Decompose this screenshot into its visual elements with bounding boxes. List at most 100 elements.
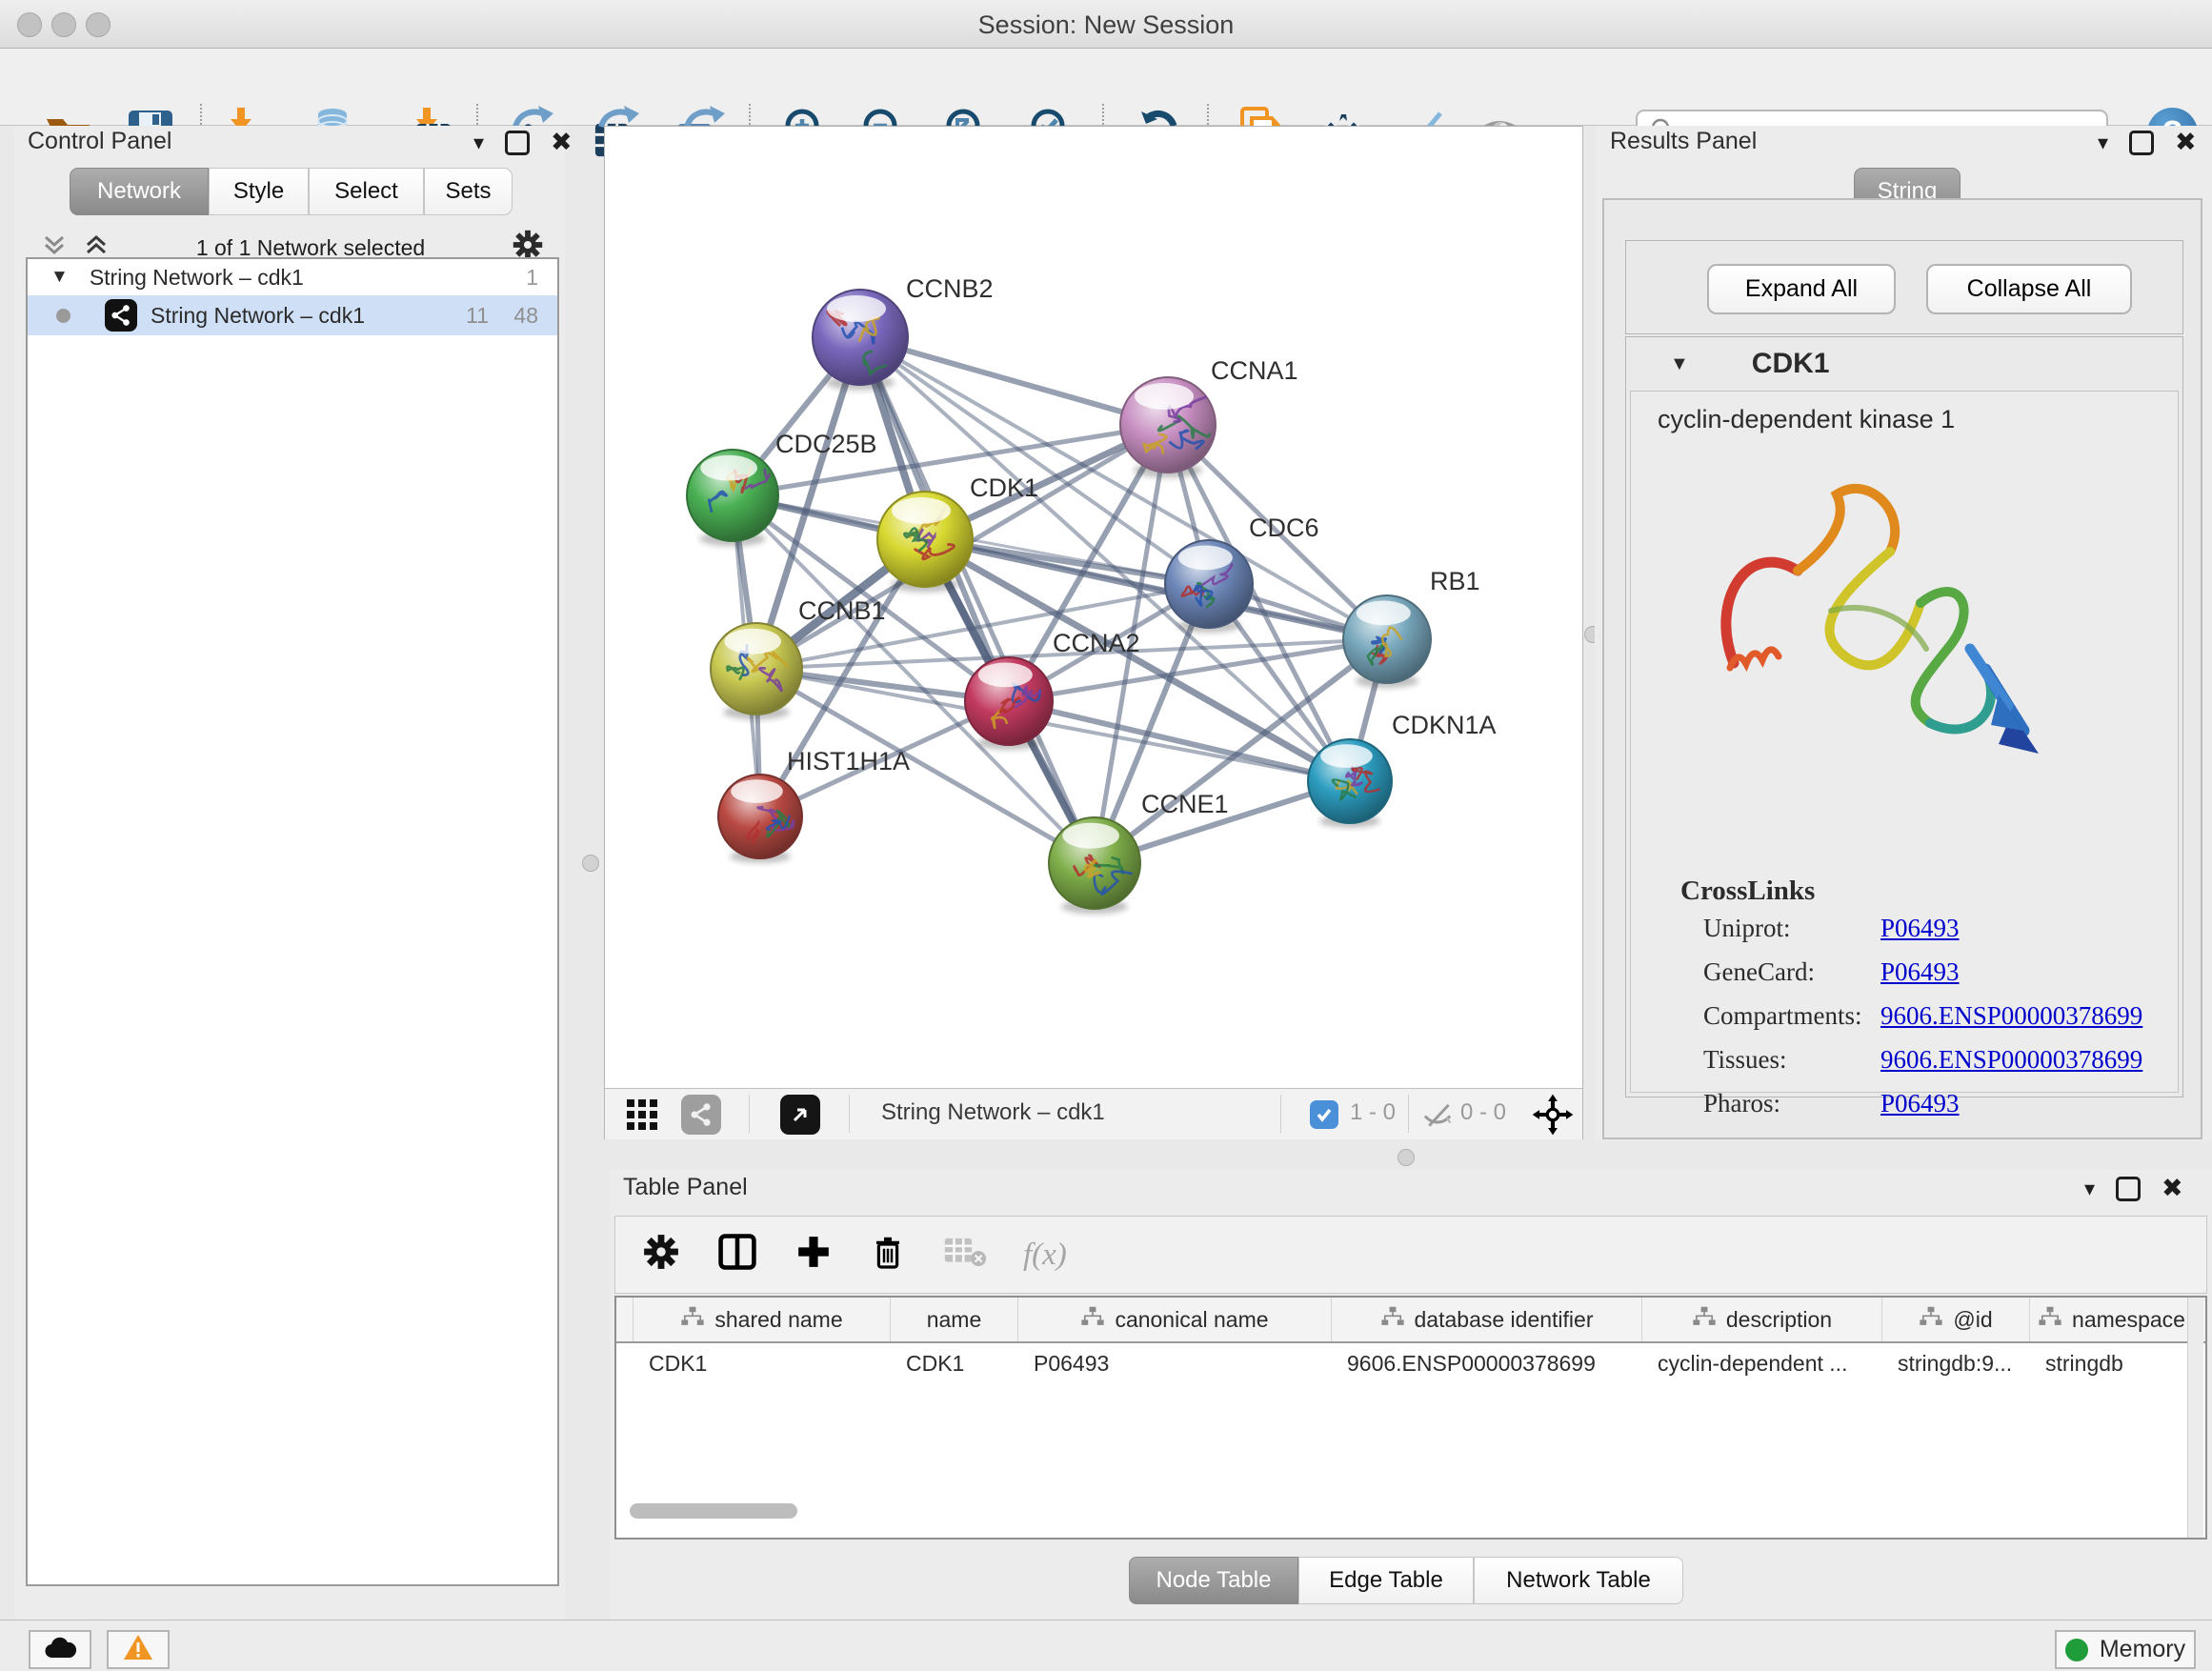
network-edge-CCNB2-RB1[interactable] [860,337,1387,639]
crosslink-link[interactable]: 9606.ENSP00000378699 [1880,1001,2142,1031]
network-collection-row[interactable]: ▼ String Network – cdk1 1 [28,259,557,295]
column-header-database-identifier[interactable]: database identifier [1332,1298,1642,1341]
network-row-selected[interactable]: String Network – cdk1 11 48 [28,295,557,335]
node-label: CDKN1A [1392,711,1497,739]
float-panel-icon[interactable] [505,131,530,155]
crosslink-label: Tissues: [1703,1045,1787,1075]
warning-icon [123,1634,153,1666]
network-node-CCNB2[interactable]: CCNB2 [813,274,994,391]
delete-column-icon[interactable] [869,1232,907,1278]
node-label: CCNB2 [906,274,994,303]
table-options-gear-icon[interactable] [642,1233,680,1277]
cell-database-identifier[interactable]: 9606.ENSP00000378699 [1332,1343,1642,1383]
network-status-dot [56,309,70,323]
network-edge-CCNB2-CCNE1[interactable] [860,337,1095,863]
crosslink-link[interactable]: P06493 [1880,957,1960,987]
expand-all-button[interactable]: Expand All [1707,264,1896,314]
network-view-panel: CCNB2CCNA1CDC25BCDK1CDC6RB1CCNB1CCNA2CDK… [604,126,1583,1139]
horizontal-splitter-handle[interactable] [1398,1149,1415,1166]
tab-style[interactable]: Style [209,168,309,215]
cell--id[interactable]: stringdb:9... [1882,1343,2030,1383]
pan-crosshair-icon[interactable] [1531,1093,1575,1137]
column-header-canonical-name[interactable]: canonical name [1018,1298,1332,1341]
tab-sets[interactable]: Sets [424,168,513,215]
network-node-CDC6[interactable]: CDC6 [1165,513,1319,633]
network-node-CDKN1A[interactable]: CDKN1A [1308,711,1497,828]
tree-expander-icon[interactable]: ▼ [50,267,69,288]
crosslinks-title: CrossLinks [1680,876,1815,907]
crosslink-link[interactable]: 9606.ENSP00000378699 [1880,1045,2142,1075]
cloud-icon [43,1635,77,1665]
tab-network[interactable]: Network [70,168,209,215]
column-type-hierarchy-icon [680,1306,705,1333]
cell-namespace[interactable]: stringdb [2030,1343,2194,1383]
network-view-toolbar: String Network – cdk1 1 - 0 0 - 0 [605,1088,1582,1139]
network-node-CDK1[interactable]: CDK1 [877,473,1038,593]
collapse-panel-icon[interactable]: ▾ [473,131,484,155]
selected-checkbox-icon[interactable] [1310,1100,1338,1129]
node-label: HIST1H1A [787,747,910,775]
column-header-description[interactable]: description [1642,1298,1882,1341]
node-label: CDC6 [1249,513,1319,542]
column-header-namespace[interactable]: namespace [2030,1298,2194,1341]
table-row[interactable]: CDK1CDK1P064939606.ENSP00000378699cyclin… [616,1343,2205,1383]
network-canvas[interactable]: CCNB2CCNA1CDC25BCDK1CDC6RB1CCNB1CCNA2CDK… [605,127,1582,1088]
birdseye-view-icon[interactable] [780,1095,820,1135]
share-view-icon[interactable] [681,1095,721,1135]
cell-shared-name[interactable]: CDK1 [633,1343,891,1383]
tab-network-table[interactable]: Network Table [1474,1557,1683,1604]
app-window: Session: New Session ? Control Panel ▾ ✖… [0,0,2212,1671]
network-node-CCNA1[interactable]: CCNA1 [1120,356,1298,478]
left-splitter-handle[interactable] [582,855,599,872]
column-header-name[interactable]: name [891,1298,1018,1341]
tab-select[interactable]: Select [309,168,424,215]
network-name: String Network – cdk1 [151,303,365,329]
network-list: ▼ String Network – cdk1 1 String Network… [26,257,559,1586]
tab-edge-table[interactable]: Edge Table [1298,1557,1474,1604]
row-gutter [616,1343,633,1383]
float-panel-icon[interactable] [2129,131,2154,155]
column-type-hierarchy-icon [1380,1306,1405,1333]
collapse-panel-icon[interactable]: ▾ [2084,1177,2095,1201]
warning-status-button[interactable] [107,1630,170,1669]
cell-description[interactable]: cyclin-dependent ... [1642,1343,1882,1383]
network-node-CCNA2[interactable]: CCNA2 [965,629,1140,750]
table-panel-title: Table Panel [623,1174,748,1201]
column-header--id[interactable]: @id [1882,1298,2030,1341]
node-gloss [731,779,783,803]
crosslink-link[interactable]: P06493 [1880,914,1960,943]
memory-button[interactable]: Memory [2055,1630,2196,1669]
crosslink-link[interactable]: P06493 [1880,1089,1960,1118]
cell-canonical-name[interactable]: P06493 [1018,1343,1332,1383]
collapse-all-button[interactable]: Collapse All [1926,264,2132,314]
selected-node-edge-counts: 1 - 0 [1350,1099,1396,1126]
current-network-title: String Network – cdk1 [881,1099,1105,1126]
collapse-panel-icon[interactable]: ▾ [2098,131,2108,155]
node-gloss [892,497,951,524]
hidden-eye-icon [1420,1099,1455,1130]
cell-name[interactable]: CDK1 [891,1343,1018,1383]
network-node-RB1[interactable]: RB1 [1343,567,1480,688]
edge-count: 48 [513,303,538,329]
tab-node-table[interactable]: Node Table [1129,1557,1298,1604]
collapse-entry-icon[interactable]: ▼ [1670,353,1689,375]
add-column-icon[interactable] [794,1233,833,1277]
result-node-description: cyclin-dependent kinase 1 [1658,405,1955,434]
table-horizontal-scrollbar[interactable] [630,1503,797,1519]
window-title: Session: New Session [0,10,2212,40]
table-vertical-scrollbar[interactable] [2187,1298,2203,1538]
grid-view-icon[interactable] [626,1098,658,1131]
crosslink-label: Compartments: [1703,1001,1861,1031]
close-panel-icon[interactable]: ✖ [551,128,573,157]
network-node-CCNE1[interactable]: CCNE1 [1049,790,1229,914]
column-header-shared-name[interactable]: shared name [633,1298,891,1341]
float-panel-icon[interactable] [2116,1177,2141,1201]
close-panel-icon[interactable]: ✖ [2175,128,2197,157]
network-node-CCNB1[interactable]: CCNB1 [711,596,886,719]
show-columns-icon[interactable] [716,1231,758,1278]
node-count: 11 [466,303,489,329]
close-panel-icon[interactable]: ✖ [2162,1174,2183,1203]
node-gloss [1135,383,1194,410]
cloud-status-button[interactable] [29,1630,91,1669]
network-node-HIST1H1A[interactable]: HIST1H1A [718,747,910,863]
